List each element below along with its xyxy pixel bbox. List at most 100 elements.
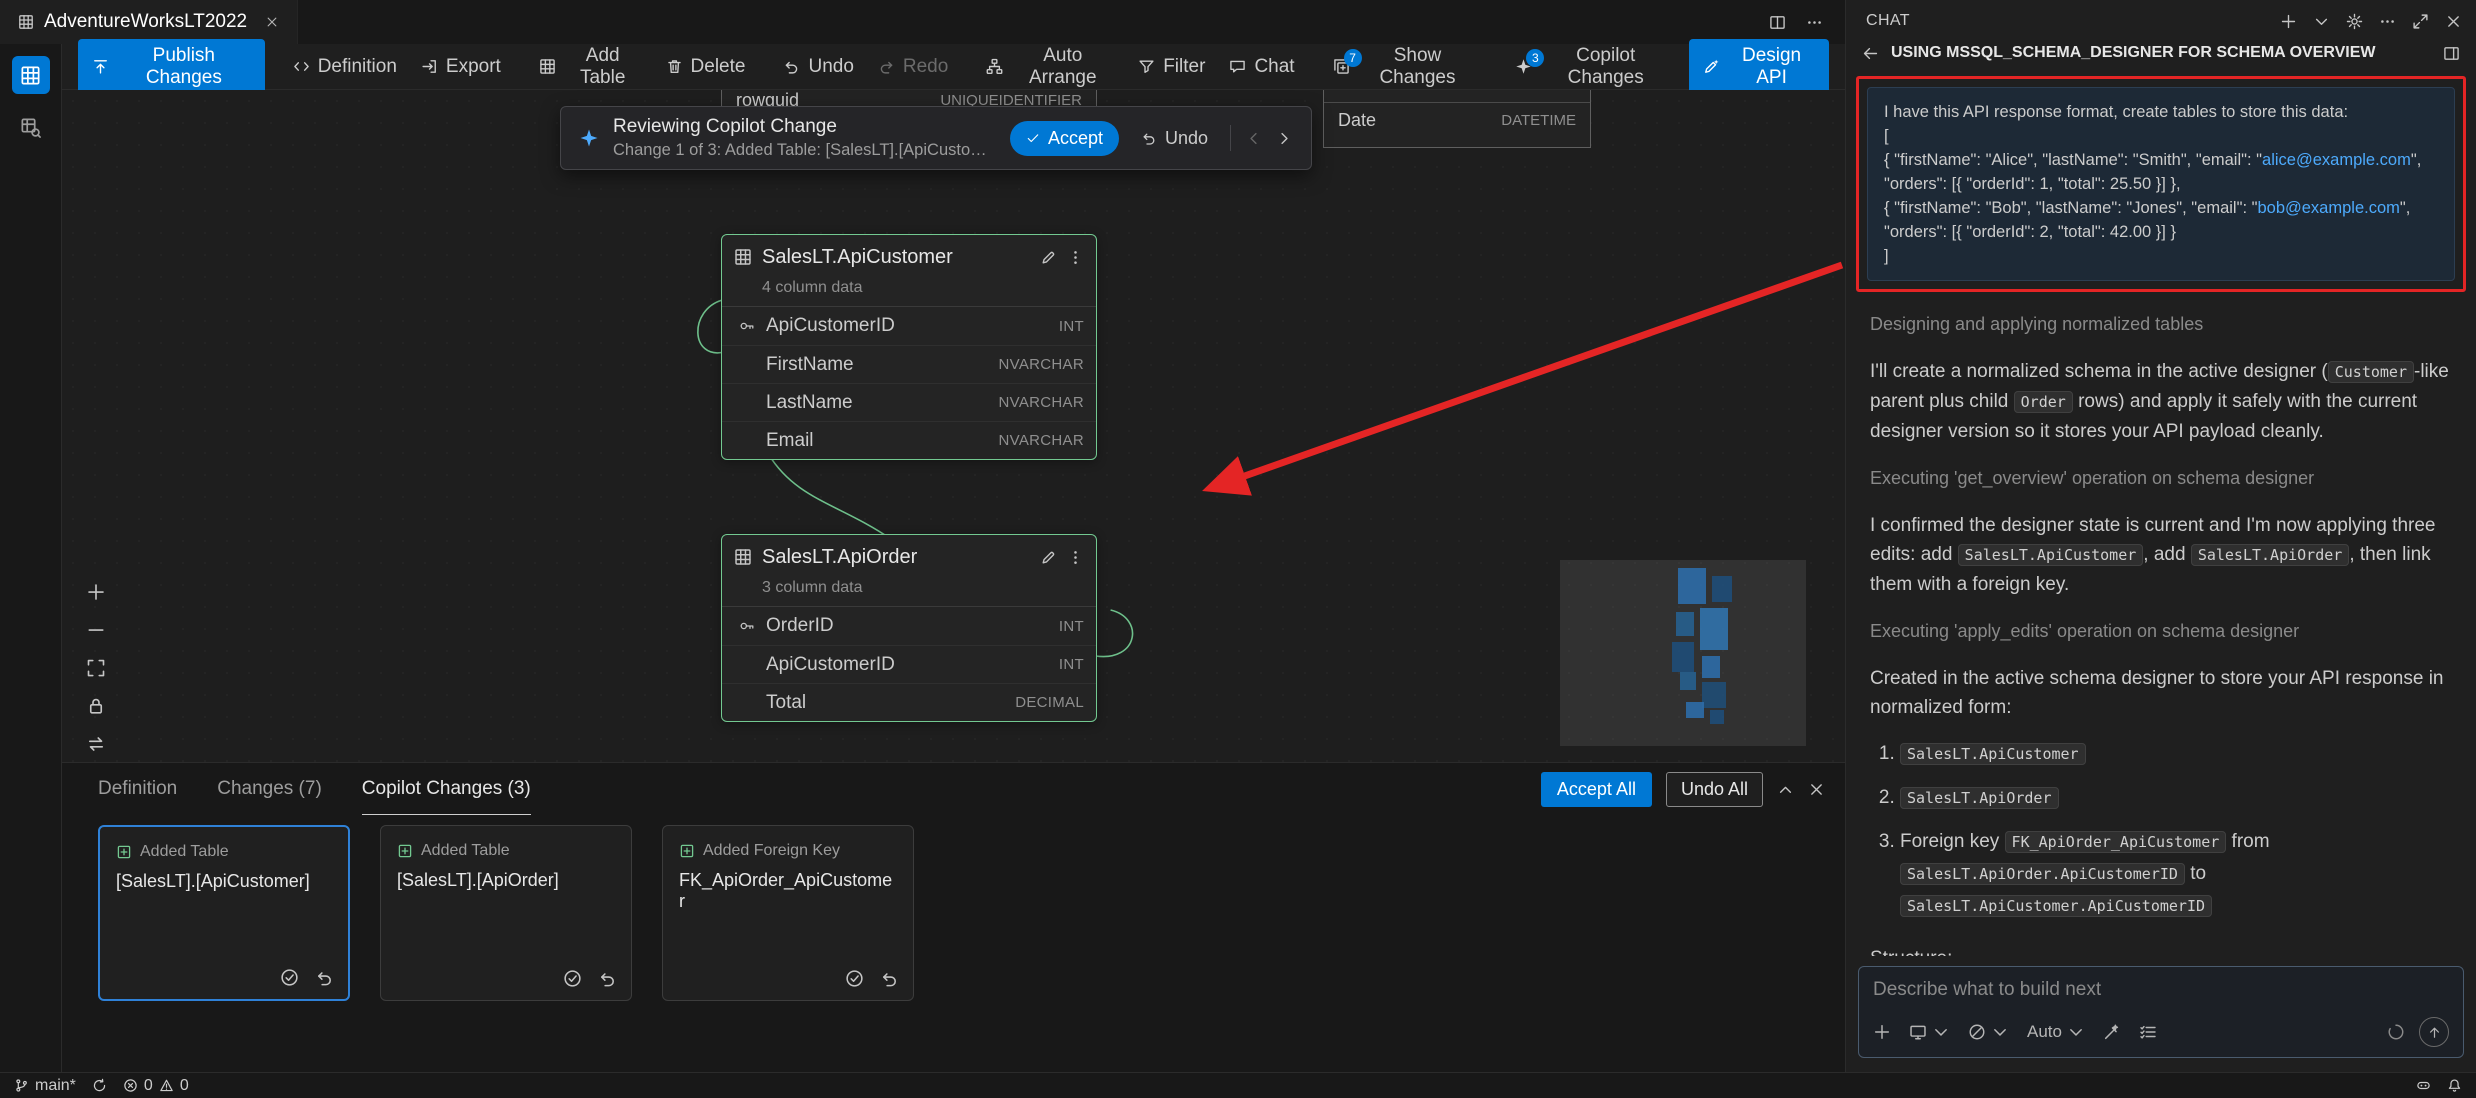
publish-changes-button[interactable]: Publish Changes <box>78 39 265 95</box>
message-text: ] <box>1884 247 1889 265</box>
text: Foreign key <box>1900 831 2005 852</box>
warning-count: 0 <box>180 1077 189 1095</box>
attach-context-icon[interactable] <box>1873 1023 1891 1041</box>
chat-more-icon[interactable] <box>2379 13 2396 30</box>
panel-maximize-icon[interactable] <box>1777 781 1794 798</box>
column-name: ApiCustomerID <box>766 654 1053 676</box>
undo-change-icon[interactable] <box>598 969 617 988</box>
table-subtitle: 4 column data <box>722 279 1096 307</box>
delete-button[interactable]: Delete <box>656 50 756 84</box>
chat-button[interactable]: Chat <box>1219 50 1304 84</box>
redo-button[interactable]: Redo <box>868 50 958 84</box>
primary-key-icon <box>734 318 760 334</box>
branch-indicator[interactable]: main* <box>14 1077 76 1095</box>
editor-more-icon[interactable] <box>1806 14 1823 31</box>
zoom-out-icon[interactable] <box>86 620 106 640</box>
previous-change-icon[interactable] <box>1245 130 1262 147</box>
change-card-fk-apiorder-apicustomer[interactable]: Added Foreign KeyFK_ApiOrder_ApiCustomer <box>662 825 914 1001</box>
export-button[interactable]: Export <box>411 50 511 84</box>
panel-tab-definition[interactable]: Definition <box>98 763 177 815</box>
sync-icon[interactable] <box>92 1078 107 1093</box>
tools-icon[interactable] <box>2103 1023 2121 1041</box>
column-row-apicustomerid[interactable]: ApiCustomerIDINT <box>722 645 1096 683</box>
auto-layout-icon[interactable] <box>86 734 106 754</box>
table-menu-icon[interactable] <box>1067 249 1084 266</box>
rail-schema-designer-button[interactable] <box>12 56 50 94</box>
undo-button[interactable]: Undo <box>773 50 863 84</box>
accept-change-icon[interactable] <box>280 968 299 987</box>
send-button[interactable] <box>2419 1017 2449 1047</box>
model-picker[interactable]: Auto <box>2027 1022 2085 1042</box>
accept-change-icon[interactable] <box>845 969 864 988</box>
column-row-orderid[interactable]: OrderIDINT <box>722 607 1096 645</box>
column-row-email[interactable]: EmailNVARCHAR <box>722 421 1096 459</box>
copilot-changes-button[interactable]: 3 Copilot Changes <box>1505 39 1681 95</box>
workbench: AdventureWorksLT2022 <box>0 0 2476 1072</box>
undo-change-icon[interactable] <box>880 969 899 988</box>
edit-table-icon[interactable] <box>1040 549 1057 566</box>
column-type: NVARCHAR <box>999 356 1084 373</box>
change-card-saleslt-apiorder[interactable]: Added Table[SalesLT].[ApiOrder] <box>380 825 632 1001</box>
table-menu-icon[interactable] <box>1067 549 1084 566</box>
chat-history-chevron-icon[interactable] <box>2313 13 2330 30</box>
copilot-status-icon[interactable] <box>2416 1078 2431 1093</box>
rail-table-explorer-button[interactable] <box>12 108 50 146</box>
chat-close-icon[interactable] <box>2445 13 2462 30</box>
undo-change-button[interactable]: Undo <box>1133 122 1216 155</box>
undo-label: Undo <box>808 56 853 78</box>
change-card-saleslt-apicustomer[interactable]: Added Table[SalesLT].[ApiCustomer] <box>98 825 350 1001</box>
email-link[interactable]: bob@example.com <box>2257 199 2399 217</box>
auto-arrange-button[interactable]: Auto Arrange <box>976 39 1124 95</box>
column-row-total[interactable]: TotalDECIMAL <box>722 683 1096 721</box>
panel-tab-copilot-changes-3[interactable]: Copilot Changes (3) <box>362 763 531 815</box>
zoom-in-icon[interactable] <box>86 582 106 602</box>
accept-change-button[interactable]: Accept <box>1010 121 1119 156</box>
schema-canvas[interactable]: rowguid UNIQUEIDENTIFIER Date DATETIME S <box>62 90 1845 762</box>
edit-mode-picker[interactable] <box>1968 1023 2009 1041</box>
back-icon[interactable] <box>1862 45 1879 62</box>
panel-tab-changes-7[interactable]: Changes (7) <box>217 763 322 815</box>
email-link[interactable]: alice@example.com <box>2262 151 2411 169</box>
edit-table-icon[interactable] <box>1040 249 1057 266</box>
column-row-firstname[interactable]: FirstNameNVARCHAR <box>722 345 1096 383</box>
table-card-saleslt-apicustomer[interactable]: SalesLT.ApiCustomer4 column dataApiCusto… <box>721 234 1097 460</box>
split-editor-icon[interactable] <box>1769 14 1786 31</box>
close-tab-icon[interactable] <box>265 15 279 29</box>
definition-button[interactable]: Definition <box>283 50 407 84</box>
chat-input-box[interactable]: Describe what to build next Auto <box>1858 966 2464 1058</box>
problems-indicator[interactable]: 0 0 <box>123 1077 189 1095</box>
status-line: Executing 'apply_edits' operation on sch… <box>1870 621 2452 642</box>
panel-close-icon[interactable] <box>1808 781 1825 798</box>
column-name: LastName <box>766 392 993 414</box>
chat-settings-icon[interactable] <box>2346 13 2363 30</box>
open-in-editor-icon[interactable] <box>2443 45 2460 62</box>
editor-actions <box>1747 0 1845 44</box>
column-row-lastname[interactable]: LastNameNVARCHAR <box>722 383 1096 421</box>
filter-button[interactable]: Filter <box>1128 50 1215 84</box>
next-change-icon[interactable] <box>1276 130 1293 147</box>
fit-view-icon[interactable] <box>86 658 106 678</box>
column-row-apicustomerid[interactable]: ApiCustomerIDINT <box>722 307 1096 345</box>
editor-tab[interactable]: AdventureWorksLT2022 <box>0 0 298 44</box>
publish-icon <box>92 58 109 75</box>
lock-canvas-icon[interactable] <box>86 696 106 716</box>
add-table-button[interactable]: Add Table <box>529 39 652 95</box>
tasklist-icon[interactable] <box>2139 1023 2157 1041</box>
show-changes-button[interactable]: 7 Show Changes <box>1323 39 1488 95</box>
undo-change-icon[interactable] <box>315 968 334 987</box>
change-cards: Added Table[SalesLT].[ApiCustomer]Added … <box>62 815 1845 1011</box>
design-api-button[interactable]: Design API <box>1689 39 1829 95</box>
status-bar: main* 0 0 <box>0 1072 2476 1098</box>
message-text: ", <box>2411 151 2421 169</box>
new-chat-icon[interactable] <box>2280 13 2297 30</box>
accept-all-button[interactable]: Accept All <box>1541 772 1652 807</box>
notifications-icon[interactable] <box>2447 1078 2462 1093</box>
screen-mode-picker[interactable] <box>1909 1023 1950 1041</box>
undo-all-button[interactable]: Undo All <box>1666 772 1763 807</box>
chat-input-controls: Auto <box>1873 1017 2449 1047</box>
design-api-label: Design API <box>1728 45 1815 89</box>
accept-change-icon[interactable] <box>563 969 582 988</box>
chat-expand-icon[interactable] <box>2412 13 2429 30</box>
table-card-saleslt-apiorder[interactable]: SalesLT.ApiOrder3 column dataOrderIDINTA… <box>721 534 1097 722</box>
chat-header-actions <box>2280 13 2462 30</box>
